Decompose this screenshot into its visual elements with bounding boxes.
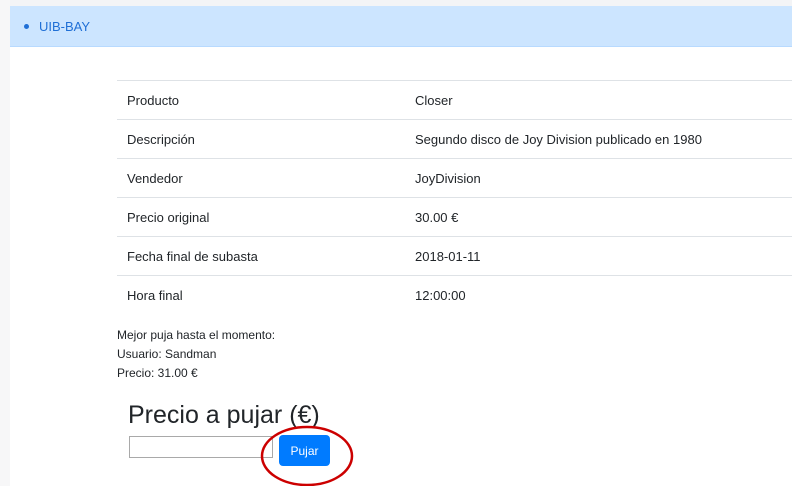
best-bid-price: Precio: 31.00 € (117, 366, 198, 380)
bid-form-title: Precio a pujar (€) (128, 401, 320, 429)
nav-brand-label: UIB-BAY (39, 18, 91, 34)
row-value: Closer (405, 80, 792, 120)
best-bid-heading: Mejor puja hasta el momento: (117, 328, 276, 342)
navbar: UIB-BAY (10, 6, 792, 47)
product-details-table: Producto Closer Descripción Segundo disc… (117, 80, 792, 314)
left-edge (0, 0, 10, 486)
bid-amount-input[interactable] (129, 436, 273, 458)
row-label: Vendedor (117, 158, 405, 198)
table-row: Precio original 30.00 € (117, 197, 792, 237)
row-label: Hora final (117, 275, 405, 314)
nav-item-uib-bay[interactable]: UIB-BAY (24, 6, 90, 46)
row-value: Segundo disco de Joy Division publicado … (405, 119, 792, 159)
bullet-icon (24, 23, 29, 29)
table-row: Fecha final de subasta 2018-01-11 (117, 236, 792, 276)
row-value: 2018-01-11 (405, 236, 792, 276)
table-row: Vendedor JoyDivision (117, 158, 792, 198)
row-label: Fecha final de subasta (117, 236, 405, 276)
best-bid-user: Usuario: Sandman (117, 347, 217, 361)
best-bid-info: Mejor puja hasta el momento: Usuario: Sa… (117, 326, 275, 383)
table-row: Producto Closer (117, 80, 792, 120)
row-label: Producto (117, 80, 405, 120)
table-row: Descripción Segundo disco de Joy Divisio… (117, 119, 792, 159)
row-label: Precio original (117, 197, 405, 237)
row-value: JoyDivision (405, 158, 792, 198)
table-row: Hora final 12:00:00 (117, 275, 792, 314)
row-value: 12:00:00 (405, 275, 792, 314)
page: UIB-BAY Producto Closer Descripción Segu… (0, 0, 792, 486)
pujar-button[interactable]: Pujar (279, 435, 330, 466)
row-value: 30.00 € (405, 197, 792, 237)
row-label: Descripción (117, 119, 405, 159)
